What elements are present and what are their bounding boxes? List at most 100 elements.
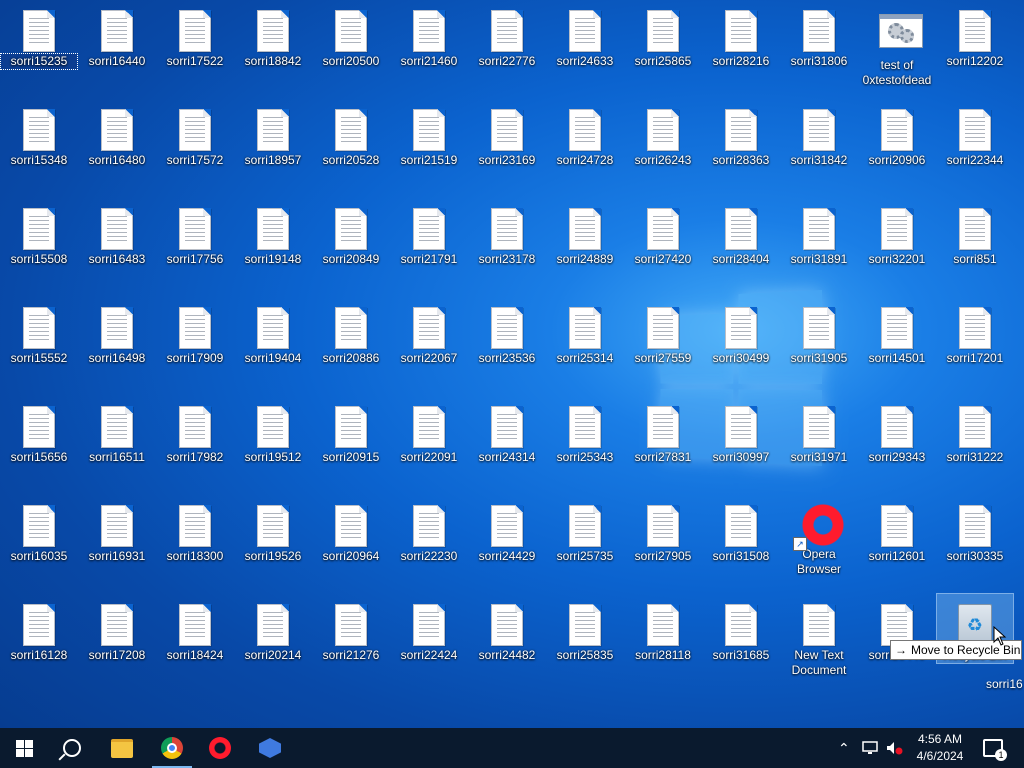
desktop-icon[interactable]: sorri12202	[937, 0, 1013, 69]
desktop-icon[interactable]: sorri31842	[781, 99, 857, 168]
desktop-icon[interactable]: sorri21276	[313, 594, 389, 663]
desktop[interactable]: sorri15235 sorri16440 sorri17522 sorri18842…	[0, 0, 1024, 726]
desktop-icon[interactable]: sorri25835	[547, 594, 623, 663]
desktop-icon[interactable]: sorri21519	[391, 99, 467, 168]
desktop-icon[interactable]: sorri17201	[937, 297, 1013, 366]
desktop-icon[interactable]: sorri23169	[469, 99, 545, 168]
desktop-icon[interactable]: sorri20915	[313, 396, 389, 465]
desktop-icon[interactable]: ↗ Opera Browser	[781, 495, 857, 577]
desktop-icon[interactable]: sorri31971	[781, 396, 857, 465]
desktop-icon[interactable]: sorri15656	[1, 396, 77, 465]
desktop-icon[interactable]: sorri17909	[157, 297, 233, 366]
desktop-icon[interactable]: sorri15348	[1, 99, 77, 168]
desktop-icon[interactable]: sorri25314	[547, 297, 623, 366]
network-icon[interactable]	[862, 728, 878, 768]
desktop-icon[interactable]: sorri24728	[547, 99, 623, 168]
desktop-icon[interactable]: sorri24633	[547, 0, 623, 69]
desktop-icon[interactable]: sorri23536	[469, 297, 545, 366]
show-hidden-icons-button[interactable]: ⌃	[838, 728, 850, 768]
desktop-icon[interactable]: sorri17756	[157, 198, 233, 267]
desktop-icon[interactable]: test of 0xtestofdead	[859, 0, 935, 88]
desktop-icon[interactable]: sorri19526	[235, 495, 311, 564]
desktop-icon[interactable]: sorri22424	[391, 594, 467, 663]
desktop-icon[interactable]: sorri28363	[703, 99, 779, 168]
desktop-icon[interactable]: sorri21791	[391, 198, 467, 267]
desktop-icon[interactable]: sorri30997	[703, 396, 779, 465]
taskbar-clock[interactable]: 4:56 AM 4/6/2024	[905, 731, 975, 765]
desktop-icon[interactable]: sorri27831	[625, 396, 701, 465]
desktop-icon[interactable]: sorri30335	[937, 495, 1013, 564]
desktop-icon[interactable]: sorri16035	[1, 495, 77, 564]
desktop-icon[interactable]: sorri16931	[79, 495, 155, 564]
desktop-icon[interactable]: sorri27905	[625, 495, 701, 564]
desktop-icon[interactable]: sorri27559	[625, 297, 701, 366]
file-explorer-button[interactable]	[98, 728, 146, 768]
desktop-icon[interactable]: sorri18300	[157, 495, 233, 564]
desktop-icon[interactable]: sorri17208	[79, 594, 155, 663]
desktop-icon[interactable]: sorri25865	[625, 0, 701, 69]
desktop-icon[interactable]: sorri28216	[703, 0, 779, 69]
desktop-icon[interactable]: sorri29343	[859, 396, 935, 465]
desktop-icon[interactable]: sorri20964	[313, 495, 389, 564]
desktop-icon[interactable]: sorri23178	[469, 198, 545, 267]
desktop-icon[interactable]: sorri25343	[547, 396, 623, 465]
desktop-icon[interactable]: sorri22067	[391, 297, 467, 366]
desktop-icon[interactable]: sorri17522	[157, 0, 233, 69]
chrome-button[interactable]	[148, 728, 196, 768]
search-button[interactable]	[48, 728, 96, 768]
desktop-icon[interactable]: sorri31222	[937, 396, 1013, 465]
desktop-icon[interactable]: sorri22344	[937, 99, 1013, 168]
desktop-icon[interactable]: sorri20886	[313, 297, 389, 366]
desktop-icon[interactable]: sorri16128	[1, 594, 77, 663]
desktop-icon[interactable]: sorri851	[937, 198, 1013, 267]
desktop-icon[interactable]: sorri28118	[625, 594, 701, 663]
desktop-icon[interactable]: sorri22091	[391, 396, 467, 465]
desktop-icon[interactable]: sorri20528	[313, 99, 389, 168]
desktop-icon[interactable]: sorri15552	[1, 297, 77, 366]
desktop-icon[interactable]: sorri16511	[79, 396, 155, 465]
desktop-icon[interactable]: sorri21460	[391, 0, 467, 69]
opera-button[interactable]	[196, 728, 244, 768]
desktop-icon[interactable]: sorri20500	[313, 0, 389, 69]
desktop-icon[interactable]: sorri24314	[469, 396, 545, 465]
app-button[interactable]	[246, 728, 294, 768]
desktop-icon[interactable]: sorri22776	[469, 0, 545, 69]
desktop-icon[interactable]: sorri17982	[157, 396, 233, 465]
volume-muted-icon[interactable]	[886, 728, 904, 768]
desktop-icon[interactable]: sorri14501	[859, 297, 935, 366]
start-button[interactable]	[0, 728, 48, 768]
desktop-icon[interactable]: sorri30499	[703, 297, 779, 366]
desktop-icon[interactable]: New Text Document	[781, 594, 857, 678]
desktop-icon[interactable]: sorri19148	[235, 198, 311, 267]
desktop-icon[interactable]: sorri22230	[391, 495, 467, 564]
desktop-icon[interactable]: sorri24889	[547, 198, 623, 267]
desktop-icon[interactable]: sorri25735	[547, 495, 623, 564]
desktop-icon[interactable]: sorri16483	[79, 198, 155, 267]
desktop-icon[interactable]: sorri31508	[703, 495, 779, 564]
desktop-icon[interactable]: sorri20214	[235, 594, 311, 663]
desktop-icon[interactable]: sorri31905	[781, 297, 857, 366]
action-center-button[interactable]: 1	[983, 728, 1007, 768]
desktop-icon[interactable]: sorri12601	[859, 495, 935, 564]
desktop-icon[interactable]: sorri26243	[625, 99, 701, 168]
desktop-icon[interactable]: sorri24482	[469, 594, 545, 663]
desktop-icon[interactable]: sorri18842	[235, 0, 311, 69]
desktop-icon[interactable]: sorri19404	[235, 297, 311, 366]
desktop-icon[interactable]: sorri31806	[781, 0, 857, 69]
desktop-icon[interactable]: sorri19512	[235, 396, 311, 465]
desktop-icon[interactable]: sorri32201	[859, 198, 935, 267]
desktop-icon[interactable]: sorri18957	[235, 99, 311, 168]
desktop-icon[interactable]: sorri24429	[469, 495, 545, 564]
desktop-icon[interactable]: sorri15235	[0, 0, 78, 70]
desktop-icon[interactable]: sorri15508	[1, 198, 77, 267]
desktop-icon[interactable]: sorri18424	[157, 594, 233, 663]
desktop-icon[interactable]: sorri27420	[625, 198, 701, 267]
desktop-icon[interactable]: sorri28404	[703, 198, 779, 267]
desktop-icon[interactable]: sorri20906	[859, 99, 935, 168]
desktop-icon[interactable]: sorri16498	[79, 297, 155, 366]
desktop-icon[interactable]: sorri31685	[703, 594, 779, 663]
desktop-icon[interactable]: sorri31891	[781, 198, 857, 267]
desktop-icon[interactable]: sorri17572	[157, 99, 233, 168]
desktop-icon[interactable]: sorri16440	[79, 0, 155, 69]
desktop-icon[interactable]: sorri20849	[313, 198, 389, 267]
